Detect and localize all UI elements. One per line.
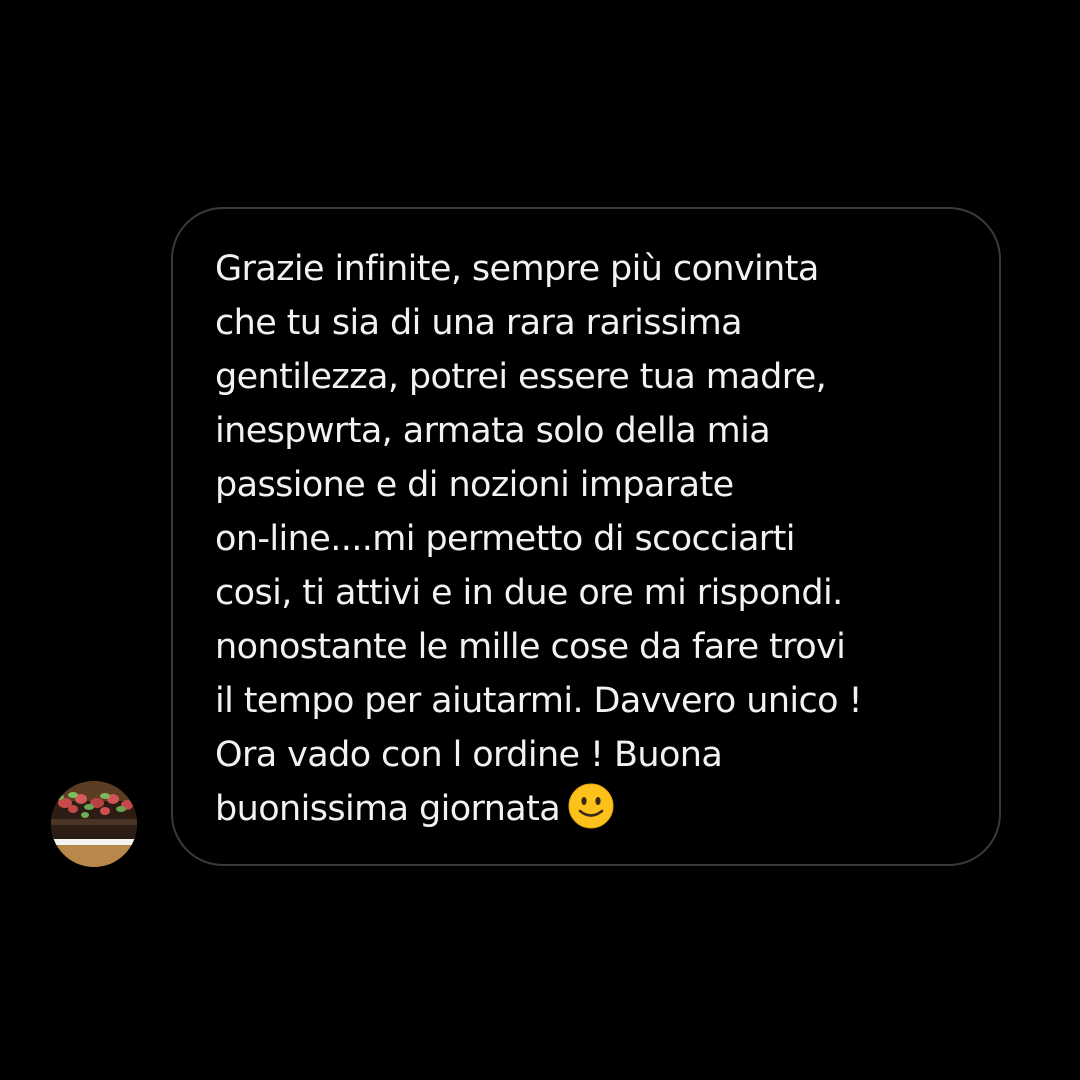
cake-photo-icon [51,781,137,867]
slightly-smiling-face-icon [568,783,614,829]
chat-screen: Grazie infinite, sempre più convinta che… [0,0,1080,1080]
sender-avatar[interactable] [51,781,137,867]
message-body: Grazie infinite, sempre più convinta che… [215,249,863,829]
message-bubble[interactable]: Grazie infinite, sempre più convinta che… [171,207,1001,866]
message-text: Grazie infinite, sempre più convinta che… [215,242,969,836]
